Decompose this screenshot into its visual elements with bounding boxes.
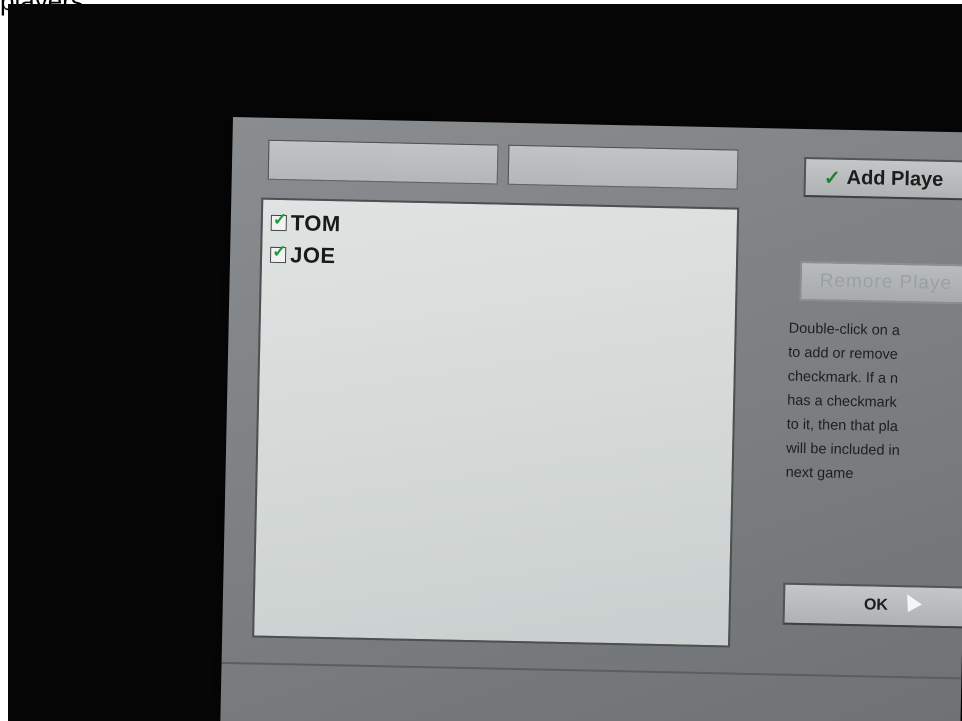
dialog-divider <box>221 661 962 680</box>
player-setup-dialog: ✓ TOM ✓ JOE ✓ Add Playe Remore Playe Dou… <box>220 117 962 721</box>
checkmark-icon: ✓ <box>823 166 841 190</box>
add-player-label: Add Playe <box>846 166 944 191</box>
player-checkbox[interactable]: ✓ <box>269 242 287 264</box>
last-name-field[interactable] <box>507 144 739 190</box>
add-player-button[interactable]: ✓ Add Playe <box>803 156 962 201</box>
ok-button[interactable]: OK <box>782 582 962 629</box>
player-list[interactable]: ✓ TOM ✓ JOE <box>252 197 740 648</box>
first-name-field[interactable] <box>267 139 499 185</box>
remove-player-button[interactable]: Remore Playe <box>799 260 962 305</box>
remove-player-label: Remore Playe <box>819 270 953 295</box>
player-checkbox[interactable]: ✓ <box>270 210 287 232</box>
monitor-screen: ✓ TOM ✓ JOE ✓ Add Playe Remore Playe Dou… <box>8 4 962 721</box>
player-name: TOM <box>290 210 342 237</box>
help-text: Double-click on a to add or remove check… <box>785 320 901 483</box>
check-icon: ✓ <box>272 209 288 230</box>
ok-label: OK <box>863 596 889 614</box>
player-name: JOE <box>289 242 336 269</box>
check-icon: ✓ <box>271 241 287 262</box>
